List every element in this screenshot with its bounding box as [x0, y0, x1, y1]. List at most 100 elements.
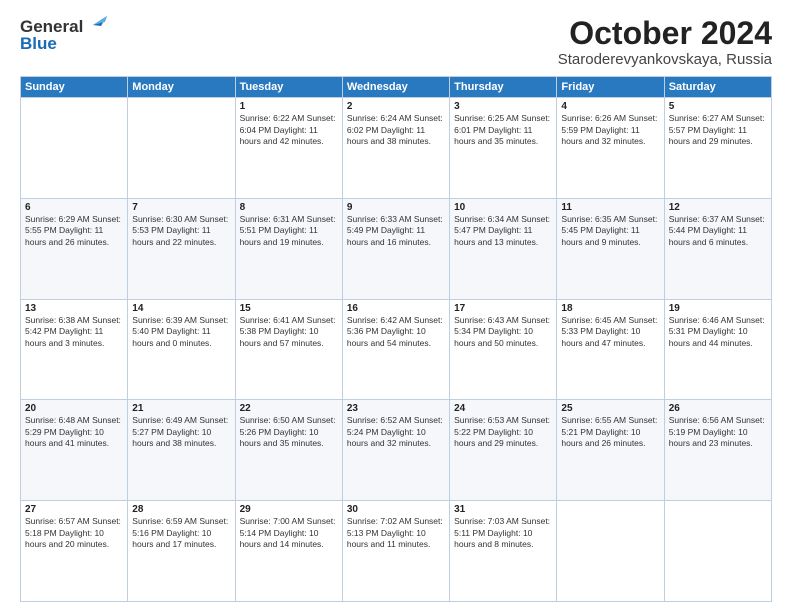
day-detail: Sunrise: 6:33 AM Sunset: 5:49 PM Dayligh… — [347, 214, 445, 248]
day-number: 9 — [347, 202, 445, 213]
day-number: 27 — [25, 504, 123, 515]
location: Staroderevyankovskaya, Russia — [558, 51, 772, 68]
day-number: 24 — [454, 403, 552, 414]
day-cell: 4Sunrise: 6:26 AM Sunset: 5:59 PM Daylig… — [557, 98, 664, 199]
logo: General Blue — [20, 16, 107, 54]
day-number: 13 — [25, 303, 123, 314]
day-detail: Sunrise: 6:39 AM Sunset: 5:40 PM Dayligh… — [132, 315, 230, 349]
logo-bird-icon — [85, 16, 107, 34]
weekday-header-thursday: Thursday — [450, 77, 557, 98]
day-number: 26 — [669, 403, 767, 414]
day-detail: Sunrise: 6:34 AM Sunset: 5:47 PM Dayligh… — [454, 214, 552, 248]
week-row-4: 20Sunrise: 6:48 AM Sunset: 5:29 PM Dayli… — [21, 400, 772, 501]
day-cell: 11Sunrise: 6:35 AM Sunset: 5:45 PM Dayli… — [557, 198, 664, 299]
day-detail: Sunrise: 7:03 AM Sunset: 5:11 PM Dayligh… — [454, 516, 552, 550]
weekday-header-wednesday: Wednesday — [342, 77, 449, 98]
day-number: 2 — [347, 101, 445, 112]
day-number: 16 — [347, 303, 445, 314]
day-detail: Sunrise: 6:49 AM Sunset: 5:27 PM Dayligh… — [132, 415, 230, 449]
day-number: 12 — [669, 202, 767, 213]
day-number: 22 — [240, 403, 338, 414]
day-cell: 15Sunrise: 6:41 AM Sunset: 5:38 PM Dayli… — [235, 299, 342, 400]
day-detail: Sunrise: 6:50 AM Sunset: 5:26 PM Dayligh… — [240, 415, 338, 449]
day-number: 8 — [240, 202, 338, 213]
weekday-header-friday: Friday — [557, 77, 664, 98]
calendar-table: SundayMondayTuesdayWednesdayThursdayFrid… — [20, 76, 772, 602]
day-detail: Sunrise: 6:26 AM Sunset: 5:59 PM Dayligh… — [561, 113, 659, 147]
day-cell: 6Sunrise: 6:29 AM Sunset: 5:55 PM Daylig… — [21, 198, 128, 299]
day-detail: Sunrise: 6:38 AM Sunset: 5:42 PM Dayligh… — [25, 315, 123, 349]
day-detail: Sunrise: 6:59 AM Sunset: 5:16 PM Dayligh… — [132, 516, 230, 550]
day-cell — [557, 501, 664, 602]
day-number: 5 — [669, 101, 767, 112]
day-cell: 12Sunrise: 6:37 AM Sunset: 5:44 PM Dayli… — [664, 198, 771, 299]
day-cell: 2Sunrise: 6:24 AM Sunset: 6:02 PM Daylig… — [342, 98, 449, 199]
day-cell: 13Sunrise: 6:38 AM Sunset: 5:42 PM Dayli… — [21, 299, 128, 400]
month-title: October 2024 — [558, 16, 772, 51]
day-detail: Sunrise: 6:30 AM Sunset: 5:53 PM Dayligh… — [132, 214, 230, 248]
weekday-header-saturday: Saturday — [664, 77, 771, 98]
day-cell: 1Sunrise: 6:22 AM Sunset: 6:04 PM Daylig… — [235, 98, 342, 199]
week-row-3: 13Sunrise: 6:38 AM Sunset: 5:42 PM Dayli… — [21, 299, 772, 400]
day-cell: 30Sunrise: 7:02 AM Sunset: 5:13 PM Dayli… — [342, 501, 449, 602]
day-number: 11 — [561, 202, 659, 213]
day-cell: 14Sunrise: 6:39 AM Sunset: 5:40 PM Dayli… — [128, 299, 235, 400]
day-detail: Sunrise: 6:56 AM Sunset: 5:19 PM Dayligh… — [669, 415, 767, 449]
day-cell: 19Sunrise: 6:46 AM Sunset: 5:31 PM Dayli… — [664, 299, 771, 400]
day-number: 18 — [561, 303, 659, 314]
day-detail: Sunrise: 6:55 AM Sunset: 5:21 PM Dayligh… — [561, 415, 659, 449]
day-cell — [21, 98, 128, 199]
logo-blue: Blue — [20, 34, 57, 54]
day-detail: Sunrise: 6:48 AM Sunset: 5:29 PM Dayligh… — [25, 415, 123, 449]
day-detail: Sunrise: 6:27 AM Sunset: 5:57 PM Dayligh… — [669, 113, 767, 147]
day-detail: Sunrise: 6:29 AM Sunset: 5:55 PM Dayligh… — [25, 214, 123, 248]
day-cell: 24Sunrise: 6:53 AM Sunset: 5:22 PM Dayli… — [450, 400, 557, 501]
day-detail: Sunrise: 6:42 AM Sunset: 5:36 PM Dayligh… — [347, 315, 445, 349]
day-cell: 5Sunrise: 6:27 AM Sunset: 5:57 PM Daylig… — [664, 98, 771, 199]
day-number: 10 — [454, 202, 552, 213]
weekday-header-tuesday: Tuesday — [235, 77, 342, 98]
day-detail: Sunrise: 6:24 AM Sunset: 6:02 PM Dayligh… — [347, 113, 445, 147]
day-cell: 7Sunrise: 6:30 AM Sunset: 5:53 PM Daylig… — [128, 198, 235, 299]
day-detail: Sunrise: 6:45 AM Sunset: 5:33 PM Dayligh… — [561, 315, 659, 349]
day-number: 23 — [347, 403, 445, 414]
day-detail: Sunrise: 7:02 AM Sunset: 5:13 PM Dayligh… — [347, 516, 445, 550]
day-cell: 27Sunrise: 6:57 AM Sunset: 5:18 PM Dayli… — [21, 501, 128, 602]
day-number: 30 — [347, 504, 445, 515]
day-cell: 9Sunrise: 6:33 AM Sunset: 5:49 PM Daylig… — [342, 198, 449, 299]
day-detail: Sunrise: 6:41 AM Sunset: 5:38 PM Dayligh… — [240, 315, 338, 349]
day-number: 17 — [454, 303, 552, 314]
day-detail: Sunrise: 6:31 AM Sunset: 5:51 PM Dayligh… — [240, 214, 338, 248]
day-detail: Sunrise: 6:53 AM Sunset: 5:22 PM Dayligh… — [454, 415, 552, 449]
header: General Blue October 2024 Staroderevyank… — [20, 16, 772, 68]
day-number: 4 — [561, 101, 659, 112]
day-cell — [128, 98, 235, 199]
day-cell: 16Sunrise: 6:42 AM Sunset: 5:36 PM Dayli… — [342, 299, 449, 400]
day-detail: Sunrise: 6:22 AM Sunset: 6:04 PM Dayligh… — [240, 113, 338, 147]
day-detail: Sunrise: 7:00 AM Sunset: 5:14 PM Dayligh… — [240, 516, 338, 550]
day-detail: Sunrise: 6:57 AM Sunset: 5:18 PM Dayligh… — [25, 516, 123, 550]
weekday-header-row: SundayMondayTuesdayWednesdayThursdayFrid… — [21, 77, 772, 98]
day-number: 25 — [561, 403, 659, 414]
day-cell: 18Sunrise: 6:45 AM Sunset: 5:33 PM Dayli… — [557, 299, 664, 400]
day-cell: 8Sunrise: 6:31 AM Sunset: 5:51 PM Daylig… — [235, 198, 342, 299]
day-cell: 29Sunrise: 7:00 AM Sunset: 5:14 PM Dayli… — [235, 501, 342, 602]
day-cell: 3Sunrise: 6:25 AM Sunset: 6:01 PM Daylig… — [450, 98, 557, 199]
day-detail: Sunrise: 6:46 AM Sunset: 5:31 PM Dayligh… — [669, 315, 767, 349]
day-detail: Sunrise: 6:25 AM Sunset: 6:01 PM Dayligh… — [454, 113, 552, 147]
day-number: 6 — [25, 202, 123, 213]
day-number: 1 — [240, 101, 338, 112]
day-detail: Sunrise: 6:52 AM Sunset: 5:24 PM Dayligh… — [347, 415, 445, 449]
week-row-5: 27Sunrise: 6:57 AM Sunset: 5:18 PM Dayli… — [21, 501, 772, 602]
day-number: 14 — [132, 303, 230, 314]
day-number: 29 — [240, 504, 338, 515]
day-number: 19 — [669, 303, 767, 314]
day-detail: Sunrise: 6:37 AM Sunset: 5:44 PM Dayligh… — [669, 214, 767, 248]
day-number: 7 — [132, 202, 230, 213]
day-cell: 26Sunrise: 6:56 AM Sunset: 5:19 PM Dayli… — [664, 400, 771, 501]
day-cell: 31Sunrise: 7:03 AM Sunset: 5:11 PM Dayli… — [450, 501, 557, 602]
title-block: October 2024 Staroderevyankovskaya, Russ… — [558, 16, 772, 68]
day-cell: 25Sunrise: 6:55 AM Sunset: 5:21 PM Dayli… — [557, 400, 664, 501]
day-number: 31 — [454, 504, 552, 515]
week-row-2: 6Sunrise: 6:29 AM Sunset: 5:55 PM Daylig… — [21, 198, 772, 299]
